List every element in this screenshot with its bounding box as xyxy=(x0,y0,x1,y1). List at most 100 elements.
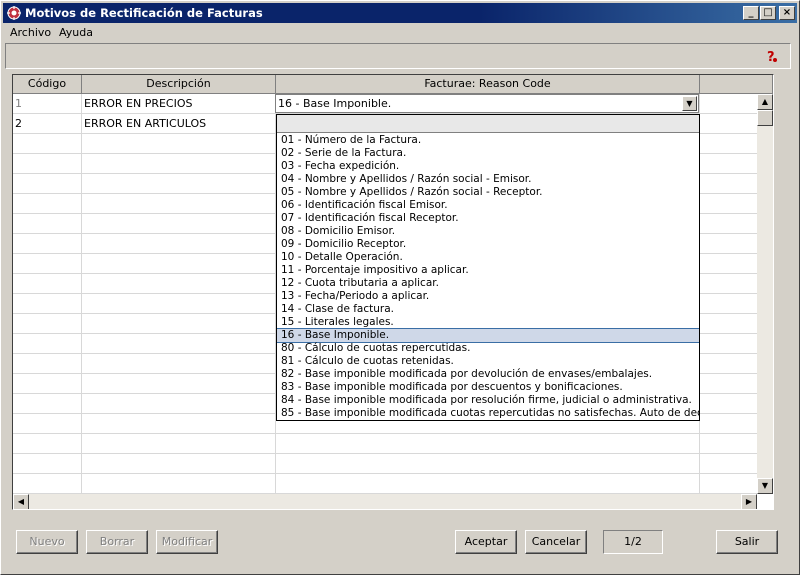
empty-cell[interactable] xyxy=(82,254,276,274)
empty-cell[interactable] xyxy=(13,294,82,314)
reason-code-dropdown-list[interactable]: 01 - Número de la Factura. 02 - Serie de … xyxy=(276,114,700,421)
scroll-down-arrow-icon[interactable]: ▼ xyxy=(757,478,773,494)
nuevo-button[interactable]: Nuevo xyxy=(16,530,78,554)
close-button[interactable]: × xyxy=(779,6,795,20)
dropdown-arrow-icon[interactable]: ▼ xyxy=(682,96,697,111)
borrar-button[interactable]: Borrar xyxy=(86,530,148,554)
dropdown-option[interactable]: 84 - Base imponible modificada por resol… xyxy=(277,394,699,407)
empty-cell[interactable] xyxy=(82,434,276,454)
empty-cell[interactable] xyxy=(13,334,82,354)
empty-cell[interactable] xyxy=(82,474,276,494)
empty-cell[interactable] xyxy=(13,234,82,254)
scroll-up-arrow-icon[interactable]: ▲ xyxy=(757,94,773,110)
empty-cell[interactable] xyxy=(13,154,82,174)
menu-archivo[interactable]: Archivo xyxy=(10,26,51,39)
cell-codigo[interactable]: 2 xyxy=(13,114,82,134)
dropdown-option[interactable]: 09 - Domicilio Receptor. xyxy=(277,238,699,251)
dropdown-option[interactable]: 01 - Número de la Factura. xyxy=(277,134,699,147)
empty-cell[interactable] xyxy=(13,174,82,194)
salir-button[interactable]: Salir xyxy=(716,530,778,554)
empty-cell[interactable] xyxy=(13,274,82,294)
maximize-button[interactable]: □ xyxy=(760,6,776,20)
scroll-left-arrow-icon[interactable]: ◀ xyxy=(13,494,29,509)
header-reason-code[interactable]: Facturae: Reason Code xyxy=(276,75,700,94)
empty-cell[interactable] xyxy=(82,154,276,174)
header-descripcion[interactable]: Descripción xyxy=(82,75,276,94)
empty-cell[interactable] xyxy=(82,174,276,194)
dropdown-option[interactable]: 03 - Fecha expedición. xyxy=(277,160,699,173)
empty-cell[interactable] xyxy=(13,254,82,274)
combo-value: 16 - Base Imponible. xyxy=(278,97,392,110)
empty-cell[interactable] xyxy=(13,214,82,234)
table-row[interactable] xyxy=(13,454,757,474)
empty-cell[interactable] xyxy=(13,414,82,434)
empty-cell[interactable] xyxy=(13,434,82,454)
empty-cell[interactable] xyxy=(13,194,82,214)
help-icon[interactable]: ? xyxy=(764,48,780,64)
modificar-button[interactable]: Modificar xyxy=(156,530,218,554)
empty-cell[interactable] xyxy=(82,194,276,214)
dropdown-option[interactable]: 81 - Cálculo de cuotas retenidas. xyxy=(277,355,699,368)
menu-ayuda[interactable]: Ayuda xyxy=(59,26,93,39)
dropdown-option[interactable]: 12 - Cuota tributaria a aplicar. xyxy=(277,277,699,290)
empty-cell[interactable] xyxy=(82,334,276,354)
cell-descripcion[interactable]: ERROR EN PRECIOS xyxy=(82,94,276,114)
dropdown-option[interactable]: 07 - Identificación fiscal Receptor. xyxy=(277,212,699,225)
empty-cell[interactable] xyxy=(13,474,82,494)
empty-cell[interactable] xyxy=(82,294,276,314)
window-title: Motivos de Rectificación de Facturas xyxy=(25,6,263,20)
empty-cell[interactable] xyxy=(13,394,82,414)
dropdown-option[interactable]: 16 - Base Imponible. xyxy=(277,328,699,343)
cell-descripcion[interactable]: ERROR EN ARTICULOS xyxy=(82,114,276,134)
title-bar[interactable]: Motivos de Rectificación de Facturas _ □… xyxy=(3,3,797,23)
dropdown-option[interactable]: 02 - Serie de la Factura. xyxy=(277,147,699,160)
dropdown-option[interactable]: 14 - Clase de factura. xyxy=(277,303,699,316)
table-row[interactable] xyxy=(13,474,757,494)
vertical-scroll-thumb[interactable] xyxy=(757,110,773,126)
vertical-scrollbar[interactable]: ▲ ▼ xyxy=(757,94,773,494)
page-counter: 1/2 xyxy=(603,530,663,554)
aceptar-button[interactable]: Aceptar xyxy=(455,530,517,554)
toolbar: ? xyxy=(5,43,791,69)
empty-cell[interactable] xyxy=(82,234,276,254)
empty-cell[interactable] xyxy=(82,454,276,474)
dropdown-option[interactable]: 85 - Base imponible modificada cuotas re… xyxy=(277,407,699,420)
empty-cell[interactable] xyxy=(276,474,700,494)
dropdown-option[interactable]: 80 - Cálculo de cuotas repercutidas. xyxy=(277,342,699,355)
empty-cell[interactable] xyxy=(82,354,276,374)
dropdown-option[interactable]: 06 - Identificación fiscal Emisor. xyxy=(277,199,699,212)
empty-cell[interactable] xyxy=(82,214,276,234)
empty-cell[interactable] xyxy=(13,354,82,374)
cell-codigo[interactable]: 1 xyxy=(13,94,82,114)
dropdown-option[interactable]: 08 - Domicilio Emisor. xyxy=(277,225,699,238)
empty-cell[interactable] xyxy=(82,414,276,434)
empty-cell[interactable] xyxy=(82,374,276,394)
cancelar-button[interactable]: Cancelar xyxy=(525,530,587,554)
empty-cell[interactable] xyxy=(13,454,82,474)
empty-cell[interactable] xyxy=(82,134,276,154)
empty-cell[interactable] xyxy=(82,274,276,294)
empty-cell[interactable] xyxy=(82,394,276,414)
dropdown-option[interactable]: 13 - Fecha/Periodo a aplicar. xyxy=(277,290,699,303)
dropdown-option[interactable]: 05 - Nombre y Apellidos / Razón social -… xyxy=(277,186,699,199)
horizontal-scrollbar[interactable]: ◀ ▶ xyxy=(13,494,757,509)
dropdown-option[interactable]: 04 - Nombre y Apellidos / Razón social -… xyxy=(277,173,699,186)
empty-cell[interactable] xyxy=(13,374,82,394)
scroll-right-arrow-icon[interactable]: ▶ xyxy=(741,494,757,509)
empty-cell[interactable] xyxy=(13,314,82,334)
table-row[interactable] xyxy=(13,434,757,454)
dropdown-option[interactable]: 83 - Base imponible modificada por descu… xyxy=(277,381,699,394)
reason-code-combobox[interactable]: 16 - Base Imponible. ▼ xyxy=(275,94,699,113)
header-codigo[interactable]: Código xyxy=(13,75,82,94)
empty-cell[interactable] xyxy=(82,314,276,334)
grid-header: Código Descripción Facturae: Reason Code xyxy=(13,75,773,94)
empty-cell[interactable] xyxy=(276,434,700,454)
dropdown-option[interactable]: 82 - Base imponible modificada por devol… xyxy=(277,368,699,381)
dropdown-option[interactable]: 15 - Literales legales. xyxy=(277,316,699,329)
empty-cell[interactable] xyxy=(13,134,82,154)
minimize-button[interactable]: _ xyxy=(743,6,759,20)
dropdown-blank-option[interactable] xyxy=(277,115,699,133)
empty-cell[interactable] xyxy=(276,454,700,474)
dropdown-option[interactable]: 11 - Porcentaje impositivo a aplicar. xyxy=(277,264,699,277)
dropdown-option[interactable]: 10 - Detalle Operación. xyxy=(277,251,699,264)
